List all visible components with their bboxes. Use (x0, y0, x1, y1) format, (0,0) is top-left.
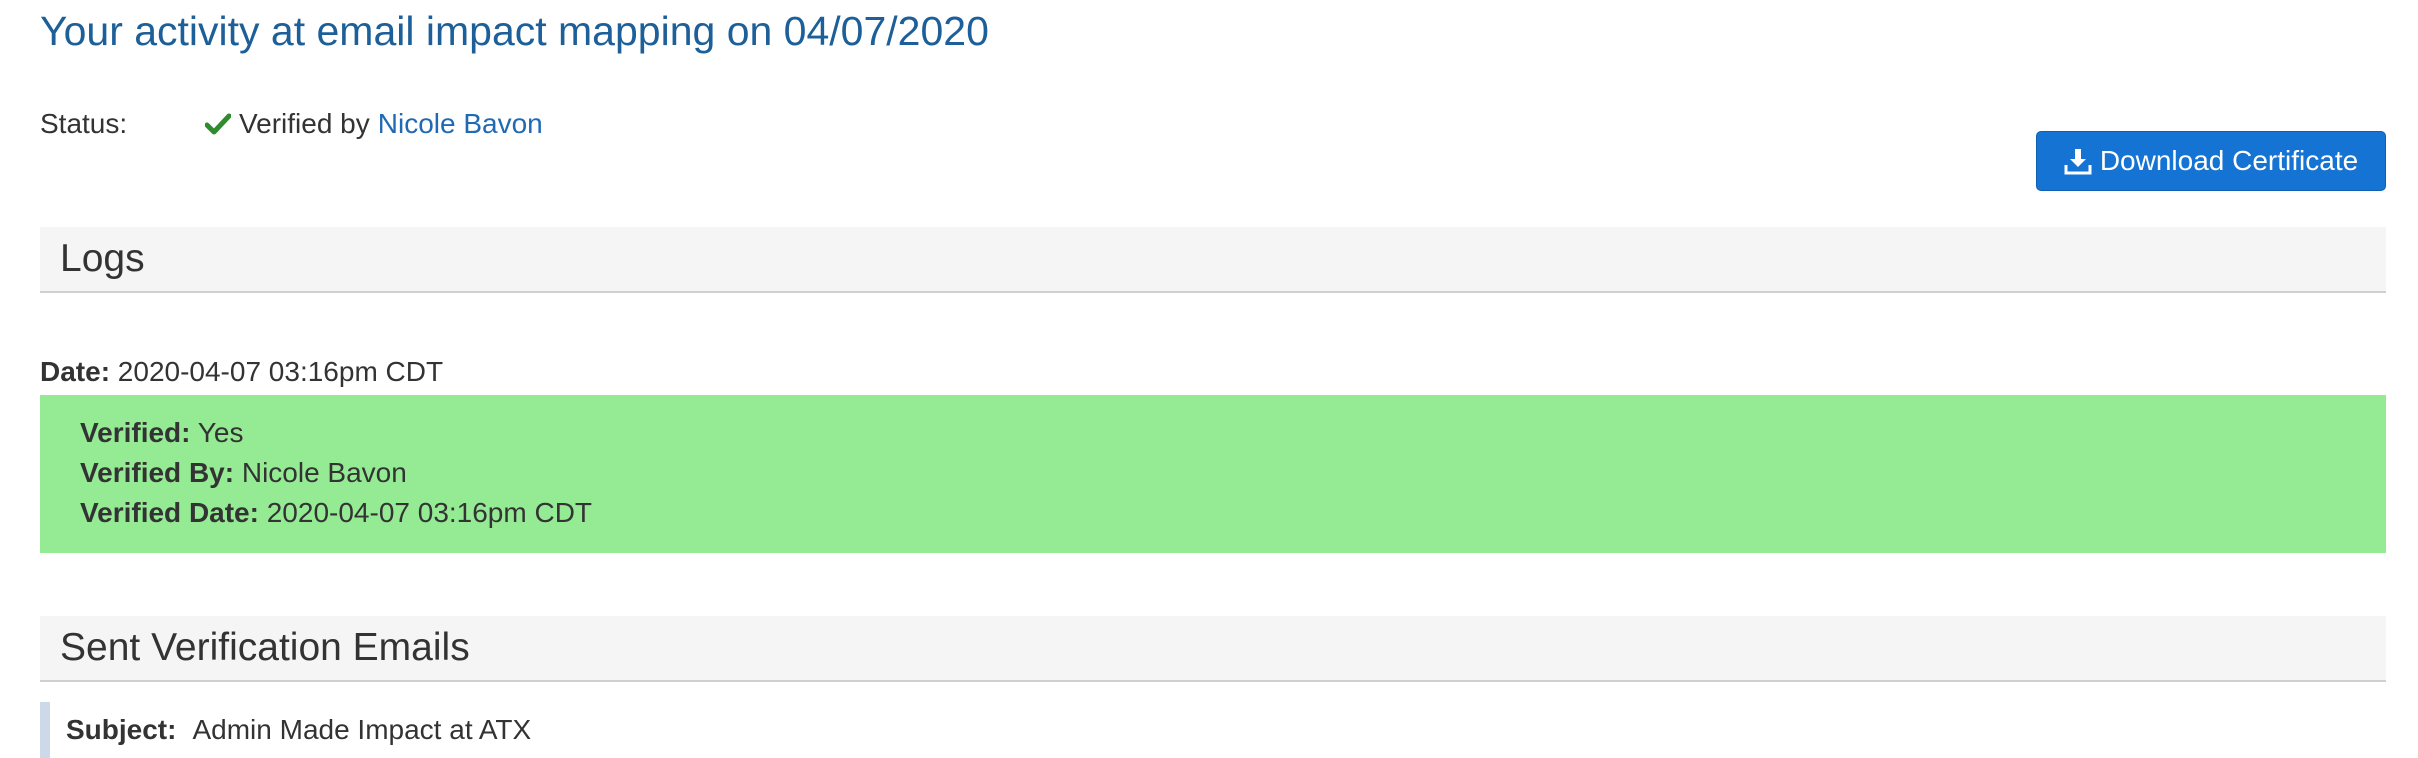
status-text: Verified by (239, 108, 370, 139)
verified-date-label: Verified Date: (80, 497, 259, 528)
log-date-label: Date: (40, 356, 111, 387)
email-subject-value: Admin Made Impact at ATX (192, 714, 532, 745)
download-certificate-button[interactable]: Download Certificate (2036, 131, 2386, 191)
logs-section-header: Logs (40, 227, 2386, 293)
emails-heading: Sent Verification Emails (60, 626, 470, 669)
verified-row: Verified: Yes (80, 413, 2386, 453)
verified-date-row: Verified Date: 2020-04-07 03:16pm CDT (80, 493, 2386, 533)
verifier-link[interactable]: Nicole Bavon (378, 108, 543, 140)
verified-date-value: 2020-04-07 03:16pm CDT (266, 497, 593, 528)
log-date: Date: 2020-04-07 03:16pm CDT (40, 356, 443, 388)
check-icon (205, 113, 231, 135)
verified-by-value: Nicole Bavon (241, 457, 407, 488)
download-certificate-label: Download Certificate (2099, 145, 2359, 176)
logs-heading: Logs (60, 237, 145, 280)
email-list-item: Subject: Admin Made Impact at ATX (40, 702, 2386, 758)
verification-details: Verified: Yes Verified By: Nicole Bavon … (40, 395, 2386, 553)
page-title: Your activity at email impact mapping on… (40, 8, 989, 54)
log-date-value: 2020-04-07 03:16pm CDT (117, 356, 444, 387)
emails-section-header: Sent Verification Emails (40, 616, 2386, 682)
verified-value: Yes (197, 417, 244, 448)
verified-by-row: Verified By: Nicole Bavon (80, 453, 2386, 493)
status-label: Status: (40, 108, 128, 139)
status-row: Status: Verified by Nicole Bavon (40, 106, 543, 142)
verified-by-label: Verified By: (80, 457, 235, 488)
download-icon (2064, 147, 2092, 175)
email-subject-label: Subject: (66, 714, 177, 745)
verified-label: Verified: (80, 417, 191, 448)
